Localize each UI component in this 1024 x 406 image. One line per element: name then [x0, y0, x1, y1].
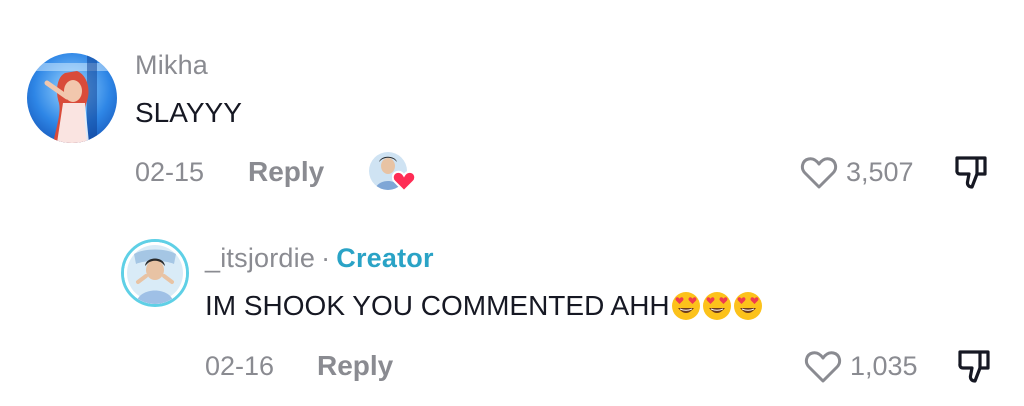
- reply-dislike-icon[interactable]: [955, 348, 993, 386]
- heart-icon: [392, 170, 416, 192]
- reply-date: 02-16: [205, 351, 275, 381]
- comment-date: 02-15: [135, 157, 205, 187]
- heart-eyes-emoji: [671, 291, 700, 320]
- separator-dot: ·: [321, 243, 331, 273]
- reply-like-heart-icon[interactable]: [804, 350, 842, 384]
- heart-eyes-emoji: [702, 291, 731, 320]
- comment-thread: Mikha SLAYYY 02-15 Reply 3,507 _itsjordi…: [0, 0, 1024, 406]
- reply-username-line: _itsjordie · Creator: [205, 243, 434, 274]
- like-count: 3,507: [846, 157, 914, 187]
- reply-avatar[interactable]: [121, 239, 189, 307]
- like-heart-icon[interactable]: [800, 156, 838, 190]
- creator-liked-badge: [369, 152, 417, 194]
- comment-text: SLAYYY: [135, 97, 242, 128]
- reply-text-line: IM SHOOK YOU COMMENTED AHH: [205, 290, 763, 323]
- reply-text: IM SHOOK YOU COMMENTED AHH: [205, 290, 670, 321]
- commenter-avatar[interactable]: [27, 53, 117, 143]
- reply-like-count: 1,035: [850, 351, 918, 381]
- reply-username[interactable]: _itsjordie: [205, 243, 315, 273]
- dislike-icon[interactable]: [952, 154, 990, 192]
- commenter-username[interactable]: Mikha: [135, 50, 208, 81]
- reply-reply-button[interactable]: Reply: [317, 350, 393, 382]
- heart-eyes-emoji: [733, 291, 762, 320]
- creator-badge: Creator: [336, 243, 434, 273]
- reply-button[interactable]: Reply: [248, 156, 324, 188]
